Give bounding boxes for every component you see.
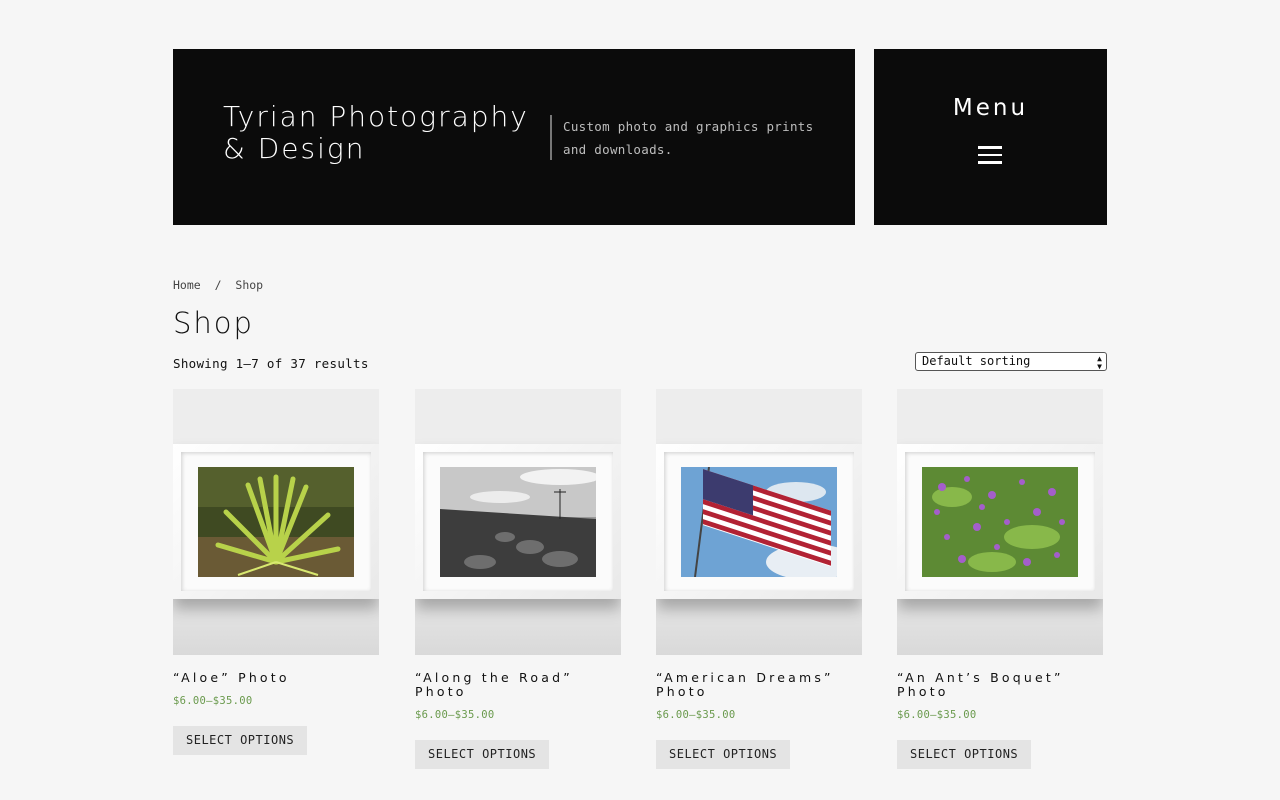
breadcrumb: Home / Shop: [173, 278, 263, 292]
product-image[interactable]: [173, 389, 379, 655]
sorting-select[interactable]: Default sorting ▲ ▼: [915, 352, 1107, 371]
breadcrumb-separator: /: [214, 278, 222, 292]
product-title[interactable]: “Aloe” Photo: [173, 671, 379, 685]
product-card: “Along the Road” Photo $6.00–$35.00 SELE…: [415, 389, 621, 769]
product-image[interactable]: [897, 389, 1103, 655]
aloe-photo: [198, 467, 354, 577]
product-card: “Aloe” Photo $6.00–$35.00 SELECT OPTIONS: [173, 389, 379, 755]
product-card: “American Dreams” Photo $6.00–$35.00 SEL…: [656, 389, 862, 769]
menu-label: Menu: [952, 95, 1029, 121]
tagline-divider: [550, 115, 552, 160]
road-photo: [440, 467, 596, 577]
product-price: $6.00–$35.00: [173, 695, 253, 707]
select-options-button[interactable]: SELECT OPTIONS: [656, 740, 791, 769]
page-title: Shop: [173, 306, 254, 340]
product-image[interactable]: [656, 389, 862, 655]
picture-frame: [173, 444, 379, 599]
site-header: Tyrian Photography & Design Custom photo…: [173, 49, 855, 225]
menu-button[interactable]: Menu: [874, 49, 1107, 225]
product-image[interactable]: [415, 389, 621, 655]
breadcrumb-current: Shop: [235, 278, 264, 292]
flowers-photo: [922, 467, 1078, 577]
site-tagline: Custom photo and graphics prints and dow…: [563, 119, 814, 157]
site-title[interactable]: Tyrian Photography & Design: [223, 101, 543, 165]
breadcrumb-home[interactable]: Home: [173, 278, 201, 292]
select-options-button[interactable]: SELECT OPTIONS: [415, 740, 550, 769]
select-arrows-icon: ▲ ▼: [1097, 354, 1102, 371]
hamburger-icon: [978, 146, 1002, 164]
picture-frame: [897, 444, 1103, 599]
result-count: Showing 1–7 of 37 results: [173, 356, 369, 371]
sorting-selected: Default sorting: [922, 354, 1031, 368]
product-title[interactable]: “Along the Road” Photo: [415, 671, 621, 699]
picture-frame: [415, 444, 621, 599]
product-price: $6.00–$35.00: [656, 709, 736, 721]
product-title[interactable]: “American Dreams” Photo: [656, 671, 862, 699]
product-card: “An Ant’s Boquet” Photo $6.00–$35.00 SEL…: [897, 389, 1103, 769]
select-options-button[interactable]: SELECT OPTIONS: [173, 726, 308, 755]
select-options-button[interactable]: SELECT OPTIONS: [897, 740, 1032, 769]
product-title[interactable]: “An Ant’s Boquet” Photo: [897, 671, 1103, 699]
product-price: $6.00–$35.00: [897, 709, 977, 721]
flag-photo: [681, 467, 837, 577]
picture-frame: [656, 444, 862, 599]
product-price: $6.00–$35.00: [415, 709, 495, 721]
